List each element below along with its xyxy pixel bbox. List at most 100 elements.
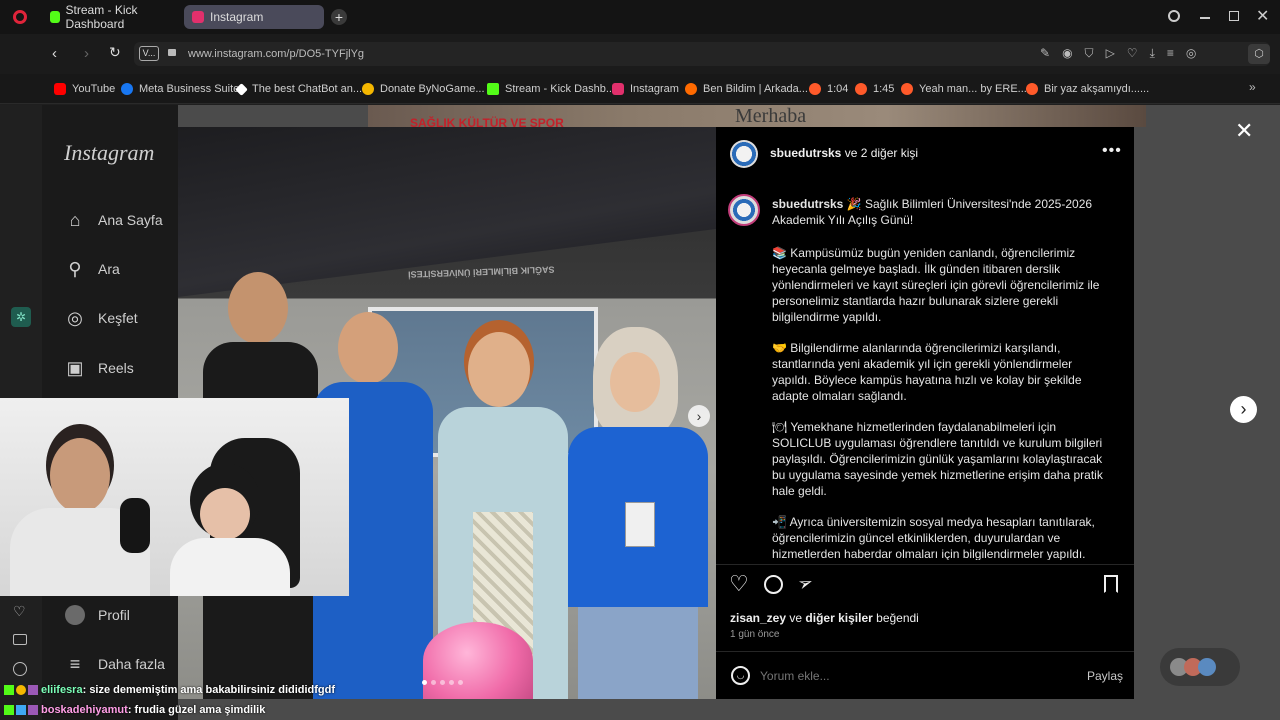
extension-icon[interactable]: ⬡ (1248, 44, 1270, 64)
bookmark-meta[interactable]: Meta Business Suite (121, 80, 239, 98)
caption-username[interactable]: sbuedutrsks (772, 197, 843, 211)
emoji-icon[interactable]: ◡ (731, 666, 750, 685)
chat-message-2: boskadehiyamut : frudia güzel ama şimdil… (4, 701, 265, 719)
camera-icon[interactable]: ◉ (1062, 46, 1072, 61)
kick-icon (487, 83, 499, 95)
chat-text: : frudia güzel ama şimdilik (127, 704, 266, 716)
menu-icon[interactable]: ≡ (1167, 46, 1174, 61)
comment-icon[interactable] (764, 575, 783, 594)
shield-icon[interactable]: ⛉ (1085, 46, 1094, 61)
next-photo-button[interactable]: › (688, 405, 710, 427)
caption-paragraph-1: 📚 Kampüsümüz bugün yeniden canlandı, öğr… (772, 246, 1100, 324)
compass-icon: ◎ (67, 307, 83, 328)
person-4 (568, 327, 708, 699)
heart-icon[interactable]: ♡ (1127, 46, 1138, 61)
carousel-dots (422, 680, 463, 685)
menu-icon: ≡ (69, 653, 81, 674)
header-collaborators[interactable]: ve 2 diğer kişi (845, 146, 918, 160)
instagram-logo[interactable]: Instagram (64, 140, 154, 166)
chat-username[interactable]: boskadehiyamut (41, 704, 128, 716)
diamond-icon (235, 82, 248, 96)
like-icon[interactable]: ♡ (729, 571, 749, 597)
heart-sidebar-icon[interactable]: ♡ (13, 603, 26, 620)
opera-logo-icon[interactable] (13, 10, 27, 24)
media-icon (855, 83, 867, 95)
nav-profile[interactable]: Profil (64, 603, 130, 627)
likes-others[interactable]: diğer kişiler (805, 611, 872, 625)
nav-search[interactable]: ⚲ Ara (64, 257, 119, 281)
bookmark-instagram[interactable]: Instagram (612, 80, 679, 98)
bookmark-kick[interactable]: Stream - Kick Dashb... (487, 80, 615, 98)
caption-intro: sbuedutrsks 🎉 Sağlık Bilimleri Üniversit… (772, 196, 1112, 228)
site-info-badge[interactable]: V... (139, 46, 159, 61)
close-window-button[interactable]: ✕ (1256, 6, 1269, 26)
bookmark-donate[interactable]: Donate ByNoGame... (362, 80, 485, 98)
reels-icon: ▣ (66, 357, 84, 378)
chatgpt-icon[interactable]: ✲ (11, 307, 31, 327)
lock-icon (168, 49, 176, 56)
forward-button[interactable]: › (84, 45, 89, 62)
tab-label: Instagram (210, 10, 264, 24)
header-avatar[interactable] (730, 140, 758, 168)
reload-button[interactable]: ↻ (109, 44, 121, 61)
caption-paragraph-3: 🍽 Yemekhane hizmetlerinden faydalanabilm… (772, 420, 1103, 498)
bookmark-chatbot[interactable]: The best ChatBot an... (235, 80, 362, 98)
home-icon: ⌂ (69, 209, 81, 230)
tab-label: Stream - Kick Dashboard (65, 3, 138, 31)
profile-icon[interactable]: ◎ (1186, 46, 1196, 61)
instagram-icon (612, 83, 624, 95)
minimize-button[interactable] (1200, 17, 1210, 19)
cam-microphone (120, 498, 150, 553)
likes-user[interactable]: zisan_zey (730, 611, 786, 625)
screen-icon[interactable] (13, 634, 27, 645)
search-tabs-icon[interactable] (1168, 10, 1180, 22)
bookmark-yeahman[interactable]: Yeah man... by ERE... (901, 80, 1027, 98)
actions-divider (716, 564, 1134, 565)
flowers (423, 622, 533, 699)
url-text[interactable]: www.instagram.com/p/DO5-TYFjlYg (188, 48, 364, 60)
nav-home[interactable]: ⌂ Ana Sayfa (64, 208, 163, 232)
bynogame-icon (362, 83, 374, 95)
next-post-button[interactable]: › (1230, 396, 1257, 423)
close-modal-icon[interactable]: ✕ (1235, 118, 1253, 144)
caption-avatar[interactable] (728, 194, 760, 226)
tab-instagram[interactable]: Instagram (184, 5, 324, 29)
new-tab-button[interactable]: + (331, 9, 347, 25)
back-button[interactable]: ‹ (52, 45, 57, 62)
bookmark-youtube[interactable]: YouTube (54, 80, 115, 98)
edit-icon[interactable]: ✎ (1040, 46, 1050, 61)
avatar (64, 604, 86, 626)
post-time[interactable]: 1 gün önce (730, 629, 780, 640)
bookmark-benbildim[interactable]: Ben Bildim | Arkada... (685, 80, 808, 98)
messages-pill[interactable] (1160, 648, 1240, 686)
nav-explore[interactable]: ◎ Keşfet (64, 306, 138, 330)
comment-input[interactable] (760, 666, 1060, 686)
chat-message-1: eliifesra : size dememiştim ama bakabili… (4, 681, 335, 699)
toolbar-icons: ✎ ◉ ⛉ ▷ ♡ ⤓ ≡ ◎ (1040, 46, 1196, 61)
instagram-icon (192, 11, 204, 23)
kick-icon (50, 11, 60, 23)
media-icon (809, 83, 821, 95)
download-icon[interactable]: ⤓ (1150, 46, 1155, 61)
likes-summary[interactable]: zisan_zey ve diğer kişiler beğendi (730, 611, 919, 625)
post-header[interactable]: sbuedutrsks ve 2 diğer kişi (770, 146, 918, 160)
media-icon (1026, 83, 1038, 95)
post-comment-button[interactable]: Paylaş (1087, 669, 1123, 683)
play-icon[interactable]: ▷ (1106, 46, 1115, 61)
chat-username[interactable]: eliifesra (41, 684, 83, 696)
chat-text: : size dememiştim ama bakabilirsiniz did… (82, 684, 336, 696)
bookmark-145[interactable]: 1:45 (855, 80, 894, 98)
tab-kick-dashboard[interactable]: Stream - Kick Dashboard (42, 3, 180, 31)
header-username[interactable]: sbuedutrsks (770, 146, 841, 160)
chat-badges (4, 705, 38, 715)
more-options-icon[interactable]: ••• (1102, 142, 1122, 160)
more-bookmarks-icon[interactable]: » (1249, 80, 1256, 94)
page-icon (685, 83, 697, 95)
nav-reels[interactable]: ▣ Reels (64, 356, 133, 380)
chat-badges (4, 685, 38, 695)
bookmark-104[interactable]: 1:04 (809, 80, 848, 98)
nav-more[interactable]: ≡ Daha fazla (64, 652, 165, 676)
bookmark-biryaz[interactable]: Bir yaz akşamıydı...... (1026, 80, 1149, 98)
history-icon[interactable] (13, 662, 27, 676)
restore-button[interactable] (1229, 11, 1239, 21)
